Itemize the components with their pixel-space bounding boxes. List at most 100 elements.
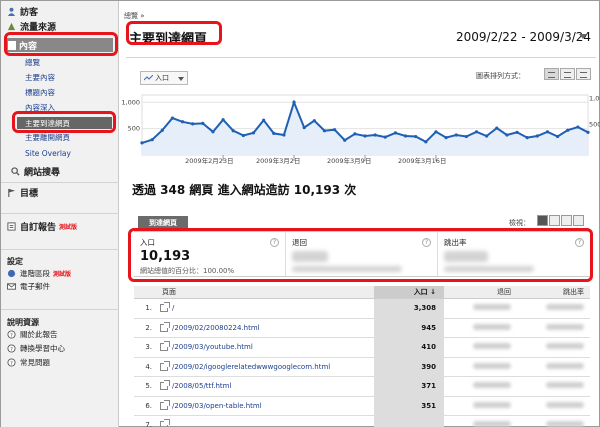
sidebar-item-top-landing-pages[interactable]: 主要到達網頁 [17,117,112,129]
bounces-cell [444,304,517,312]
help-icon[interactable]: ? [422,238,431,247]
chart-data-point[interactable] [424,140,428,144]
open-link-icon[interactable] [160,380,170,391]
page-link[interactable]: /2009/02/20080224.html [172,324,260,332]
chart-data-point[interactable] [515,130,519,134]
chart-data-point[interactable] [505,133,509,137]
chart-data-point[interactable] [393,131,398,135]
chart-data-point[interactable] [262,118,266,122]
chart-data-point[interactable] [525,136,529,140]
chart-data-point[interactable] [272,131,276,135]
sidebar-item-visitors[interactable]: 訪客 [1,5,119,18]
chart-data-point[interactable] [444,136,448,140]
chart-data-point[interactable] [302,125,306,130]
chart-data-point[interactable] [586,130,590,134]
sidebar-item-advanced-segments[interactable]: 進階區段 測試版 [1,268,119,279]
chart-data-point[interactable] [241,133,245,138]
chart-data-point[interactable] [535,134,539,138]
open-link-icon[interactable] [160,341,170,352]
sidebar-item-custom-reports[interactable]: 自訂報告 測試版 [1,220,119,233]
chart-data-point[interactable] [332,128,337,132]
sidebar-item-site-overlay[interactable]: Site Overlay [1,148,119,159]
chart-data-point[interactable] [474,130,479,134]
chart-data-point[interactable] [545,130,550,134]
chart-data-point[interactable] [566,128,570,132]
chart-data-point[interactable] [251,131,256,135]
open-link-icon[interactable] [160,419,170,427]
chart-data-point[interactable] [292,100,296,104]
open-link-icon[interactable] [160,399,170,410]
chart-data-point[interactable] [464,134,468,139]
view-performance-button[interactable] [561,215,572,226]
chart-data-point[interactable] [363,134,367,138]
page-link[interactable]: /2008/05/ttf.html [172,382,231,390]
chart-data-point[interactable] [221,118,225,122]
chart-data-point[interactable] [140,141,144,145]
sidebar-item-top-content[interactable]: 主要內容 [1,72,119,83]
chart-data-point[interactable] [282,133,286,137]
open-link-icon[interactable] [160,302,170,313]
help-icon[interactable]: ? [270,238,279,247]
chart-data-point[interactable] [160,128,164,132]
column-header-page[interactable]: 頁面 [156,287,374,297]
sidebar-item-faq[interactable]: ? 常見問題 [1,357,119,368]
chart-data-point[interactable] [170,116,175,120]
chevron-down-icon[interactable] [579,34,587,39]
graph-by-day-button[interactable] [544,68,559,80]
page-link[interactable]: /2009/03/open-table.html [172,402,262,410]
graph-by-week-button[interactable] [560,68,575,80]
chart-data-point[interactable] [576,125,580,129]
chart-data-point[interactable] [495,126,499,130]
chart-data-point[interactable] [312,119,316,123]
help-icon[interactable]: ? [575,238,584,247]
sidebar-item-content-drilldown[interactable]: 內容深入 [1,102,119,113]
sidebar-item-traffic-sources[interactable]: 流量來源 [1,20,119,33]
chart-data-point[interactable] [322,129,327,133]
view-table-button[interactable] [537,215,548,226]
page-link[interactable]: /2009/03/youtube.html [172,343,253,351]
chart-data-point[interactable] [231,129,235,133]
column-header-entrances[interactable]: 入口 ↓ [374,286,444,298]
chart-data-point[interactable] [201,121,205,125]
graph-metric-select[interactable]: 入口 [140,71,188,85]
date-range-selector[interactable]: 2009/2/22 - 2009/3/24 [456,30,591,44]
chart-data-point[interactable] [180,120,185,124]
tab-landing-pages[interactable]: 到達網頁 [138,216,188,229]
breadcrumb[interactable]: 總覽 » [124,11,145,21]
sidebar-item-content[interactable]: 內容 [5,38,113,52]
sidebar-item-top-exit-pages[interactable]: 主要離開網頁 [1,132,119,143]
sidebar-item-site-search[interactable]: 網站搜尋 [1,165,119,178]
open-link-icon[interactable] [160,321,170,332]
chart-data-point[interactable] [383,135,387,139]
chart-data-point[interactable] [373,133,377,137]
table-row: 3. /2009/03/youtube.html 410 [134,338,590,358]
view-pie-button[interactable] [549,215,560,226]
column-header-bounces[interactable]: 退回 [444,287,517,297]
bounce-rate-cell [517,343,590,351]
chart-data-point[interactable] [150,138,154,142]
chart-data-point[interactable] [353,132,357,136]
row-index: 2. [145,323,152,332]
sidebar-item-content-overview[interactable]: 總覽 [1,57,119,68]
chart-data-point[interactable] [485,134,489,138]
page-link[interactable]: / [172,304,174,312]
column-header-bounce-rate[interactable]: 跳出率 [517,287,590,297]
chart-data-point[interactable] [211,130,215,134]
entrances-cell: 945 [374,318,444,337]
sidebar-item-conversion-university[interactable]: ? 轉換學習中心 [1,343,119,354]
chart-data-point[interactable] [191,122,195,126]
graph-by-month-button[interactable] [576,68,591,80]
chart-data-point[interactable] [414,134,418,139]
chart-data-point[interactable] [454,133,458,137]
open-link-icon[interactable] [160,360,170,371]
chart-data-point[interactable] [555,134,560,139]
sidebar-item-content-by-title[interactable]: 標題內容 [1,87,119,98]
view-comparison-button[interactable] [573,215,584,226]
sidebar-item-about-report[interactable]: ? 關於此報告 [1,329,119,340]
sidebar-item-goals[interactable]: 目標 [1,186,119,199]
chart-data-point[interactable] [403,134,408,138]
sidebar-item-email[interactable]: 電子郵件 [1,281,119,292]
chart-data-point[interactable] [434,130,438,134]
chart-data-point[interactable] [343,138,347,142]
page-link[interactable]: /2009/02/igooglerelatedwwwgooglecom.html [172,363,330,371]
